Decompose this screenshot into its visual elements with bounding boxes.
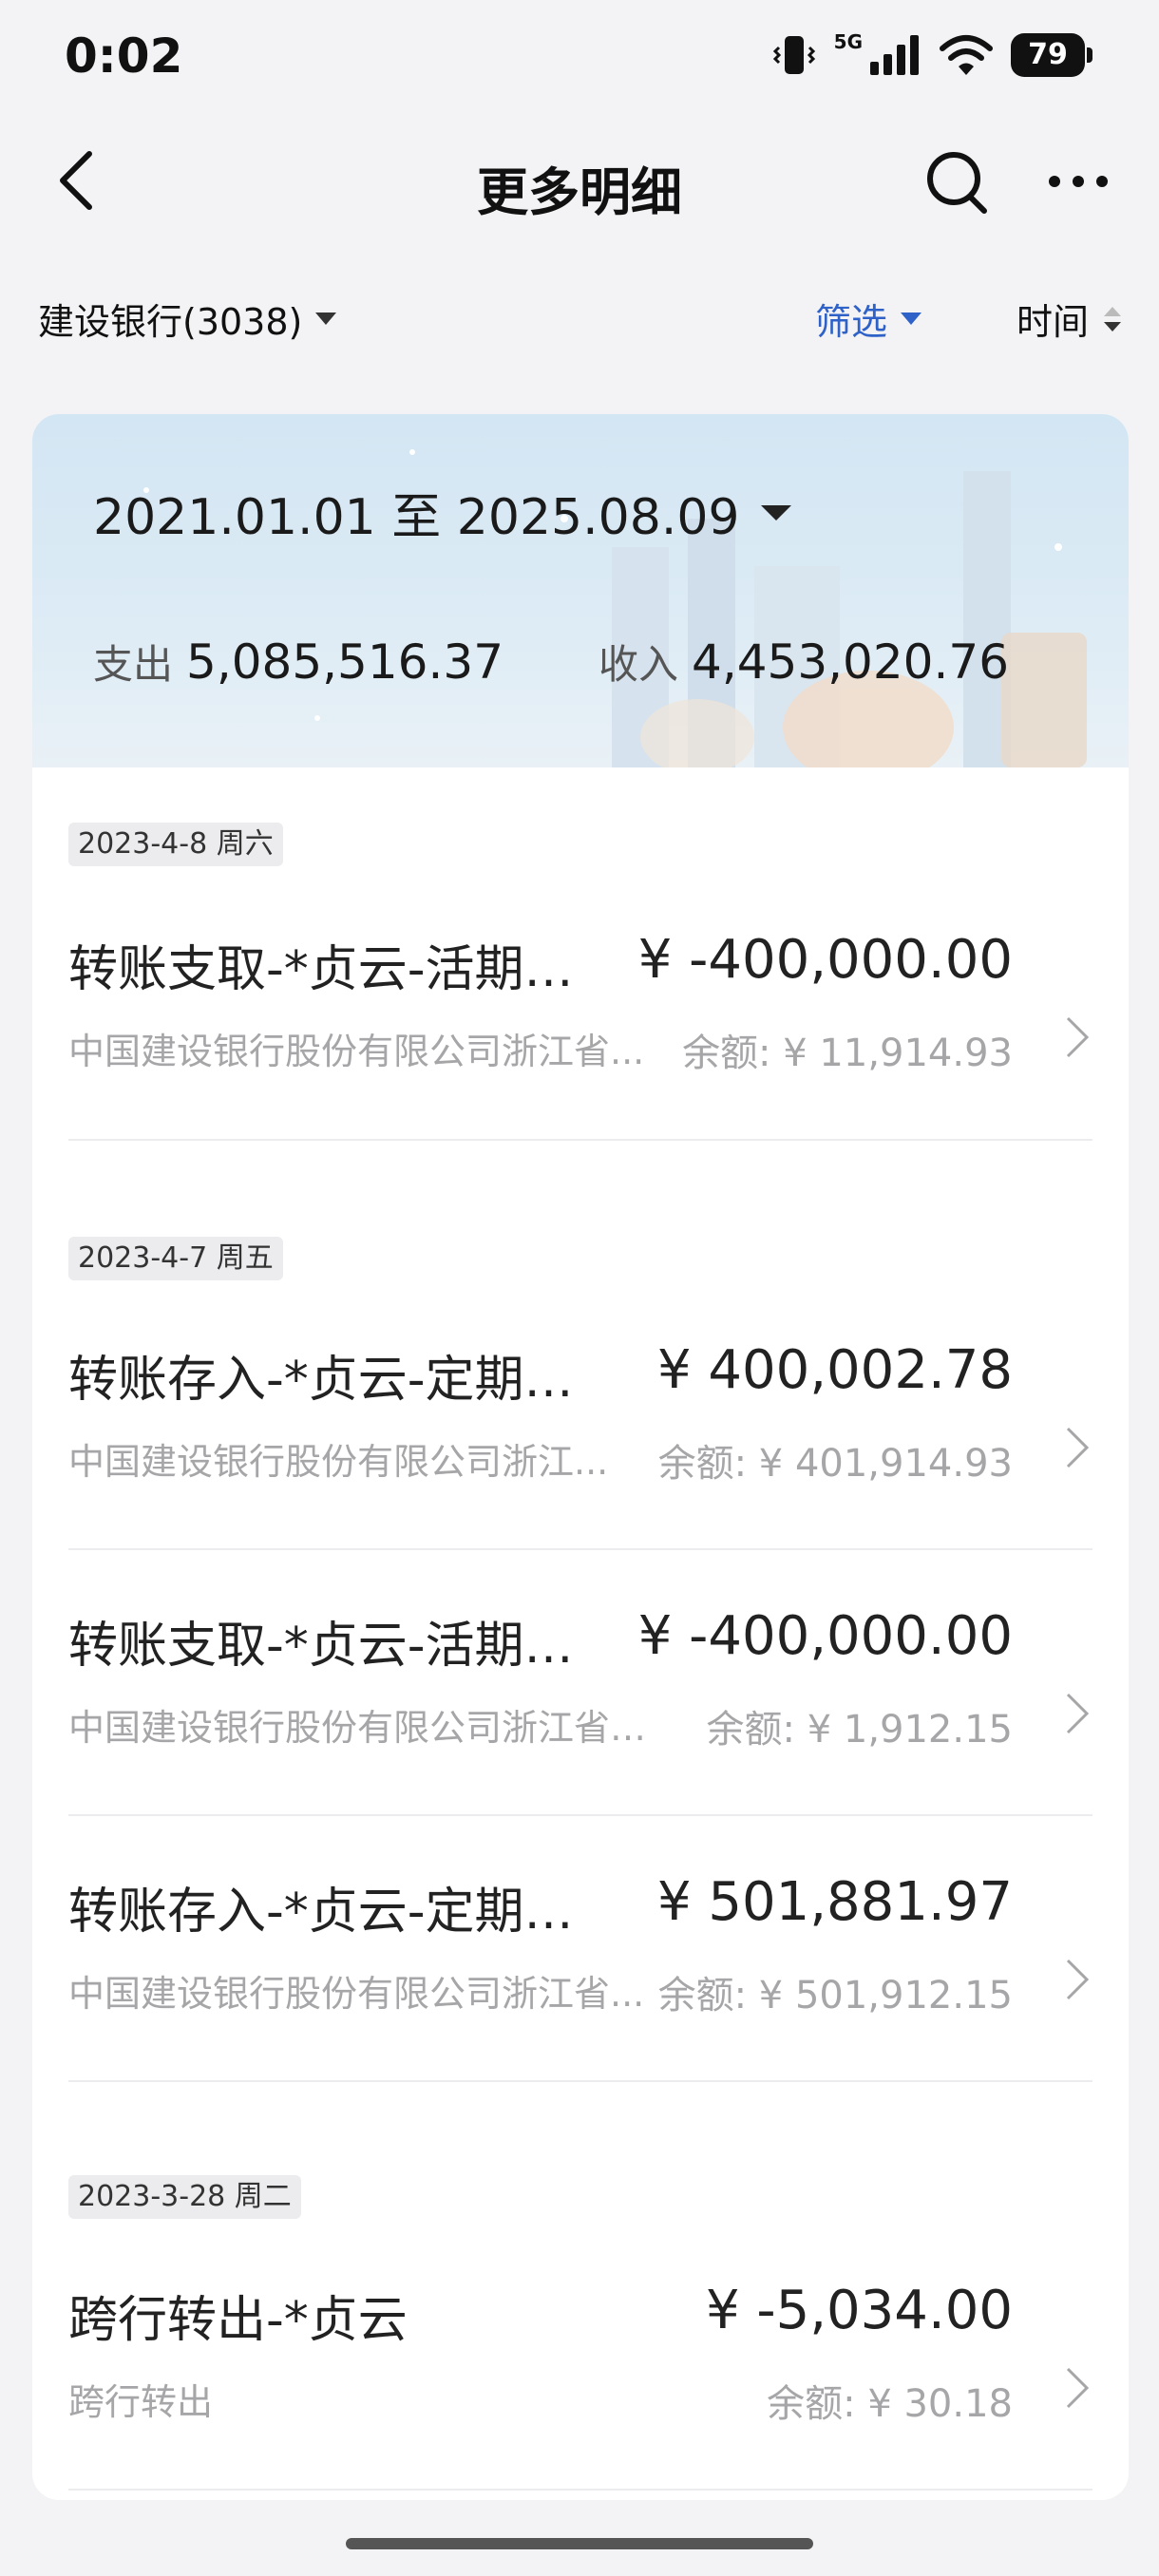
filter-label: 筛选	[815, 301, 888, 343]
vibrate-icon	[772, 36, 815, 74]
transaction-row[interactable]: 转账存入-*贞云-定期转... ¥ 400,002.78 中国建设银行股份有限公…	[32, 1339, 1129, 1548]
banner-illustration	[143, 449, 1087, 767]
search-icon[interactable]	[923, 148, 992, 217]
chevron-down-icon	[315, 313, 337, 325]
transaction-row[interactable]: 跨行转出-*贞云 ¥ -5,034.00 跨行转出 余额: ¥ 30.18	[32, 2280, 1129, 2489]
transaction-bank: 中国建设银行股份有限公司浙江省...	[68, 1973, 645, 2015]
transaction-title: 转账存入-*贞云-定期转...	[68, 1352, 619, 1409]
status-icons: 5G 79	[771, 30, 1092, 78]
expense-label: 支出	[93, 641, 174, 688]
transaction-bank: 中国建设银行股份有限公司浙江省分...	[68, 1707, 657, 1749]
battery-icon: 79	[1011, 33, 1092, 77]
transaction-balance: 余额: ¥ 1,912.15	[706, 1708, 1013, 1752]
filter-button[interactable]: 筛选	[815, 293, 922, 345]
chevron-right-icon	[1066, 1959, 1090, 2000]
income-label: 收入	[598, 641, 679, 688]
transaction-title: 转账支取-*贞云-活期转...	[68, 1618, 619, 1675]
transaction-amount: ¥ -400,000.00	[637, 929, 1013, 991]
date-header: 2023-4-7 周五	[68, 1237, 283, 1280]
nav-bar: 更多明细	[0, 123, 1159, 237]
chevron-right-icon	[1066, 1016, 1090, 1058]
chevron-right-icon	[1066, 2367, 1090, 2409]
transaction-balance: 余额: ¥ 501,912.15	[657, 1974, 1013, 2017]
more-icon[interactable]	[1045, 167, 1112, 196]
transaction-bank: 跨行转出	[68, 2381, 214, 2423]
status-time: 0:02	[65, 28, 183, 84]
divider	[68, 1139, 1092, 1141]
filter-row: 建设银行(3038) 筛选 时间	[0, 285, 1159, 361]
chevron-down-icon	[901, 313, 922, 325]
account-label: 建设银行(3038)	[38, 301, 303, 343]
chevron-down-icon	[760, 504, 791, 521]
wifi-icon	[940, 35, 993, 75]
sort-icon	[1104, 306, 1122, 331]
time-sort-button[interactable]: 时间	[1016, 293, 1123, 345]
chevron-right-icon	[1066, 1693, 1090, 1734]
divider	[68, 2489, 1092, 2491]
status-bar: 0:02 5G 79	[0, 0, 1159, 114]
transaction-title: 转账存入-*贞云-定期转活期	[68, 1884, 619, 1941]
chevron-right-icon	[1066, 1427, 1090, 1468]
account-selector[interactable]: 建设银行(3038)	[38, 293, 337, 345]
transaction-balance: 余额: ¥ 30.18	[767, 2382, 1013, 2426]
divider	[68, 1548, 1092, 1550]
date-header: 2023-3-28 周二	[68, 2175, 301, 2219]
transaction-bank: 中国建设银行股份有限公司浙江省...	[68, 1031, 645, 1072]
transactions-card: 2021.01.01 至 2025.08.09 支出 5,085,516.37 …	[32, 414, 1129, 2500]
transaction-title: 转账支取-*贞云-活期转...	[68, 941, 619, 998]
transaction-row[interactable]: 转账存入-*贞云-定期转活期 ¥ 501,881.97 中国建设银行股份有限公司…	[32, 1871, 1129, 2080]
summary-banner: 2021.01.01 至 2025.08.09 支出 5,085,516.37 …	[32, 414, 1129, 767]
page: 0:02 5G 79 更多明细 建设银行(3038) 筛选 时间 2021.01…	[0, 0, 1159, 2576]
transaction-balance: 余额: ¥ 401,914.93	[657, 1442, 1013, 1486]
date-header: 2023-4-8 周六	[68, 823, 283, 866]
expense-value: 5,085,516.37	[186, 635, 504, 690]
transaction-amount: ¥ 501,881.97	[656, 1871, 1013, 1933]
transaction-amount: ¥ -400,000.00	[637, 1605, 1013, 1667]
divider	[68, 2080, 1092, 2082]
network-label: 5G	[833, 30, 863, 53]
date-range-selector[interactable]: 2021.01.01 至 2025.08.09	[93, 477, 791, 548]
income-value: 4,453,020.76	[692, 635, 1009, 690]
transaction-amount: ¥ -5,034.00	[705, 2280, 1013, 2341]
transaction-row[interactable]: 转账支取-*贞云-活期转... ¥ -400,000.00 中国建设银行股份有限…	[32, 1605, 1129, 1814]
transaction-row[interactable]: 转账支取-*贞云-活期转... ¥ -400,000.00 中国建设银行股份有限…	[32, 929, 1129, 1138]
signal-icon	[870, 35, 919, 75]
divider	[68, 1814, 1092, 1816]
battery-level: 79	[1011, 33, 1085, 77]
home-indicator[interactable]	[346, 2538, 813, 2549]
transaction-bank: 中国建设银行股份有限公司浙江...	[68, 1441, 609, 1483]
transaction-title: 跨行转出-*贞云	[68, 2292, 408, 2349]
totals: 支出 5,085,516.37 收入 4,453,020.76	[93, 633, 1009, 691]
date-range-label: 2021.01.01 至 2025.08.09	[93, 489, 740, 546]
transaction-balance: 余额: ¥ 11,914.93	[682, 1032, 1013, 1075]
transaction-amount: ¥ 400,002.78	[656, 1339, 1013, 1401]
sort-label: 时间	[1016, 301, 1090, 343]
